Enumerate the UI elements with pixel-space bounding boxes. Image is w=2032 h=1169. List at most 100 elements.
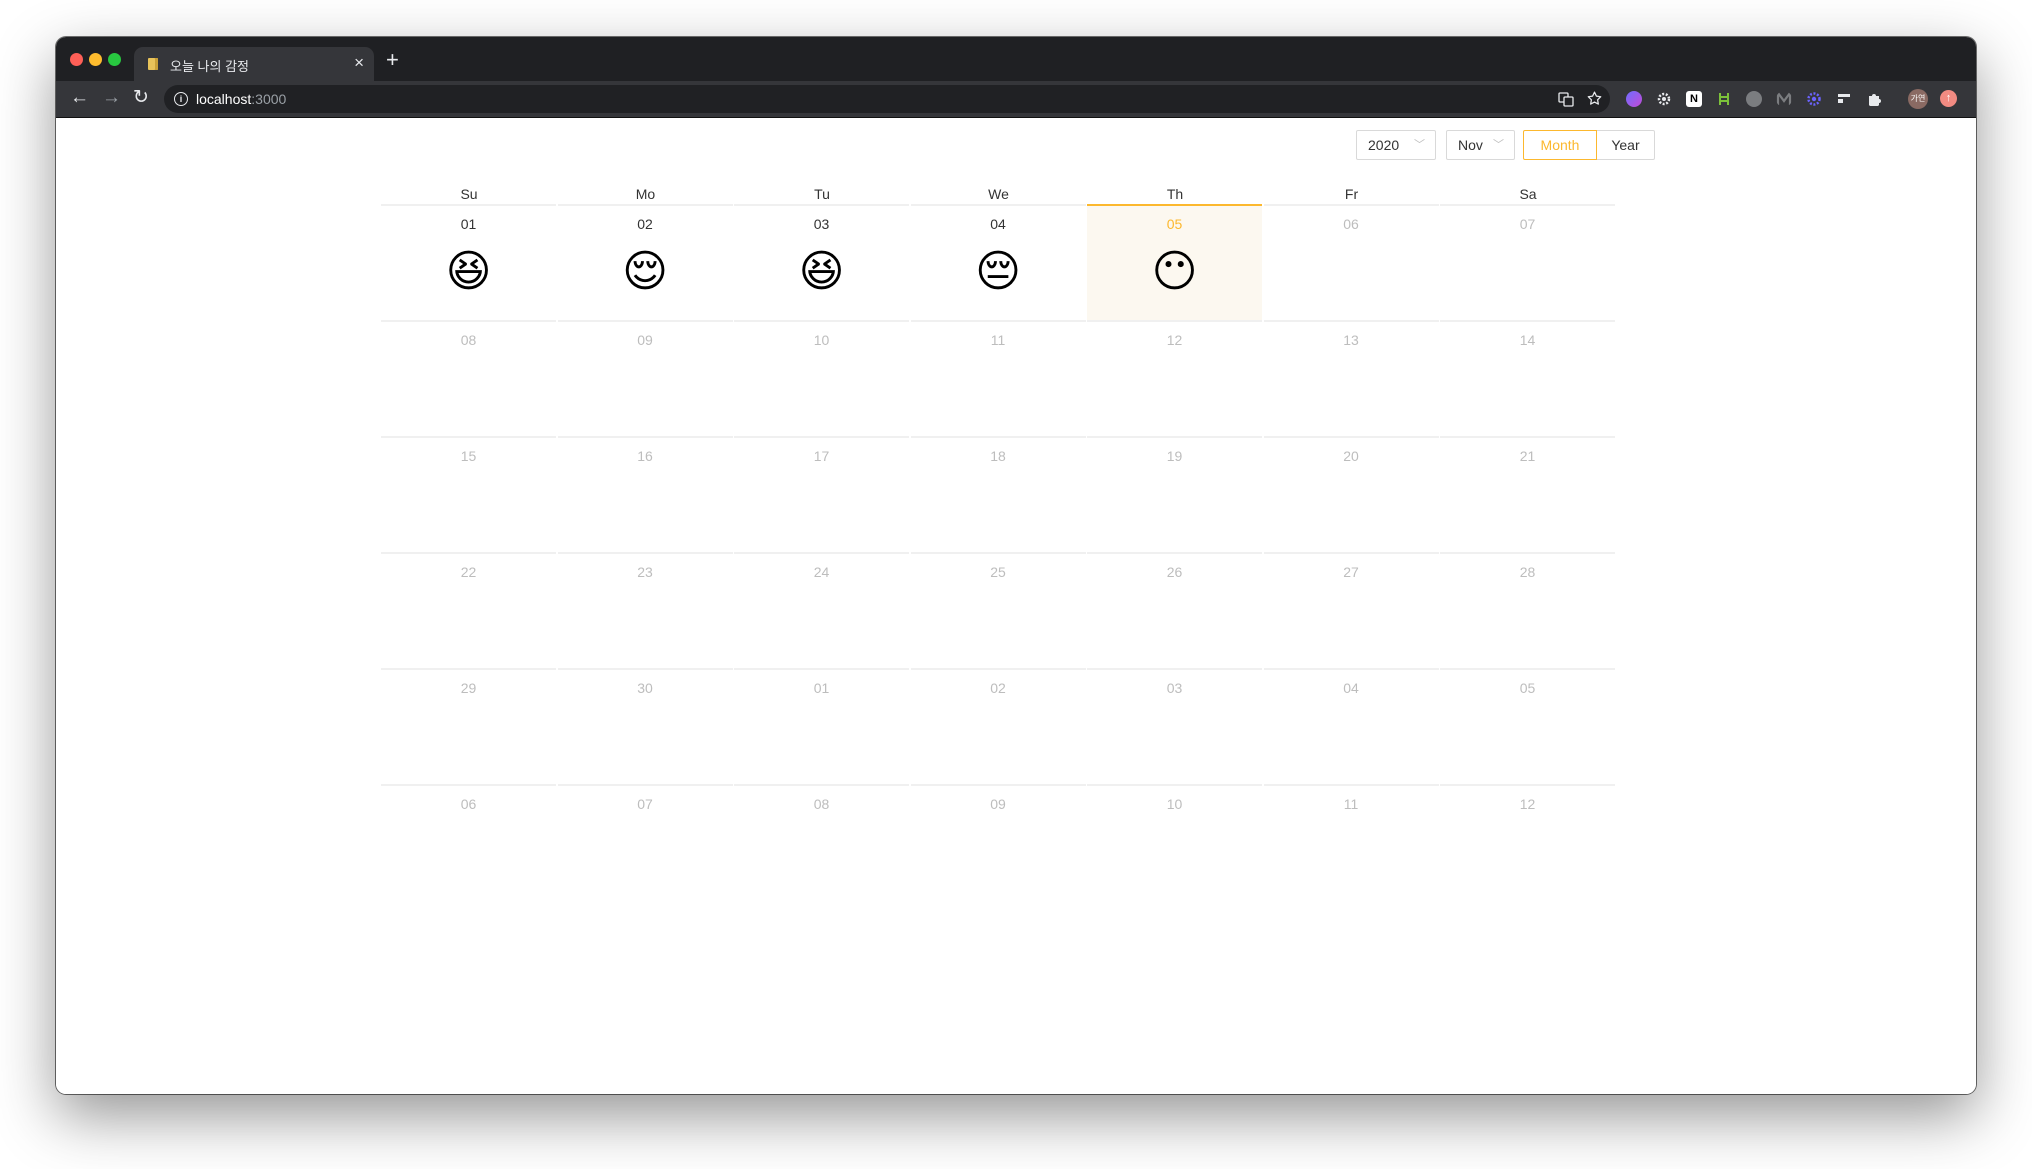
calendar-cell[interactable]: 15 xyxy=(381,436,556,552)
calendar-cell[interactable]: 28 xyxy=(1440,552,1615,668)
cell-date: 20 xyxy=(1343,448,1359,464)
gear-extension-icon[interactable] xyxy=(1656,91,1672,107)
zoom-window-button[interactable] xyxy=(108,53,121,66)
cell-date: 11 xyxy=(1343,796,1359,812)
calendar-cell[interactable]: 02 xyxy=(910,668,1086,784)
mood-emoji-icon: 😌 xyxy=(622,247,668,296)
calendar-cell[interactable]: 01 😆 xyxy=(381,204,556,320)
calendar-cell[interactable]: 20 xyxy=(1263,436,1439,552)
calendar-cell[interactable]: 03 xyxy=(1087,668,1262,784)
calendar-cell[interactable]: 21 xyxy=(1440,436,1615,552)
purple-extension-icon[interactable] xyxy=(1626,91,1642,107)
calendar-cell-today[interactable]: 05 😶 xyxy=(1087,204,1262,320)
month-calendar: Su Mo Tu We Th Fr Sa 01 😆 02 😌 03 😆 04 😔 05 😶 06 07 08 09 10… xyxy=(381,184,1651,900)
calendar-cell[interactable]: 04 😔 xyxy=(910,204,1086,320)
calendar-cell[interactable]: 26 xyxy=(1087,552,1262,668)
url-port: :3000 xyxy=(251,91,287,107)
chevron-down-icon: ﹀ xyxy=(1493,139,1504,151)
browser-toolbar: ← → ↻ i localhost:3000 N 가연 ↑ xyxy=(56,81,1976,118)
minimize-window-button[interactable] xyxy=(89,53,102,66)
mode-year-button[interactable]: Year xyxy=(1596,130,1655,160)
translate-icon[interactable] xyxy=(1558,91,1574,107)
calendar-cell[interactable]: 27 xyxy=(1263,552,1439,668)
tab-close-icon[interactable]: × xyxy=(354,54,364,72)
calendar-cell[interactable]: 03 😆 xyxy=(734,204,909,320)
calendar-week-row: 06 07 08 09 10 11 12 xyxy=(381,784,1651,900)
calendar-cell[interactable]: 07 xyxy=(557,784,733,900)
cell-date: 26 xyxy=(1166,564,1183,580)
year-select[interactable]: 2020 ﹀ xyxy=(1356,130,1436,160)
cell-date: 24 xyxy=(813,564,830,580)
calendar-cell[interactable]: 25 xyxy=(910,552,1086,668)
calendar-cell[interactable]: 06 xyxy=(1263,204,1439,320)
cell-date: 05 xyxy=(1166,216,1183,232)
calendar-page: 2020 ﹀ Nov ﹀ Month Year Su Mo Tu We Th Fr Sa 0… xyxy=(56,118,1976,1094)
new-tab-button[interactable]: + xyxy=(386,49,399,71)
calendar-cell[interactable]: 02 😌 xyxy=(557,204,733,320)
update-icon[interactable]: ↑ xyxy=(1940,90,1957,107)
browser-window: 오늘 나의 감정 × + ← → ↻ i localhost:3000 N 가연… xyxy=(56,37,1976,1094)
reload-icon[interactable]: ↻ xyxy=(133,87,149,109)
cell-date: 10 xyxy=(1166,796,1183,812)
calendar-cell[interactable]: 08 xyxy=(734,784,909,900)
profile-avatar[interactable]: 가연 xyxy=(1908,89,1928,109)
calendar-cell[interactable]: 09 xyxy=(910,784,1086,900)
calendar-cell[interactable]: 12 xyxy=(1087,320,1262,436)
cell-date: 03 xyxy=(813,216,830,232)
calendar-cell[interactable]: 10 xyxy=(734,320,909,436)
cell-date: 14 xyxy=(1519,332,1536,348)
forward-icon[interactable]: → xyxy=(102,87,121,109)
cell-date: 09 xyxy=(637,332,653,348)
calendar-week-row: 01 😆 02 😌 03 😆 04 😔 05 😶 06 07 xyxy=(381,204,1651,320)
grey-extension-icon[interactable] xyxy=(1746,91,1762,107)
favicon-icon xyxy=(148,58,158,70)
site-info-icon[interactable]: i xyxy=(174,92,188,106)
calendar-cell[interactable]: 01 xyxy=(734,668,909,784)
calendar-cell[interactable]: 11 xyxy=(910,320,1086,436)
cell-date: 17 xyxy=(813,448,830,464)
calendar-cell[interactable]: 22 xyxy=(381,552,556,668)
calendar-cell[interactable]: 24 xyxy=(734,552,909,668)
calendar-cell[interactable]: 10 xyxy=(1087,784,1262,900)
mood-emoji-icon: 😆 xyxy=(445,247,492,296)
monitor-extension-icon[interactable] xyxy=(1776,91,1792,107)
blue-gear-extension-icon[interactable] xyxy=(1806,91,1822,107)
calendar-cell[interactable]: 16 xyxy=(557,436,733,552)
cell-date: 04 xyxy=(990,216,1006,232)
address-bar[interactable]: i localhost:3000 xyxy=(164,85,1610,113)
calendar-cell[interactable]: 04 xyxy=(1263,668,1439,784)
window-extension-icon[interactable] xyxy=(1836,91,1852,107)
calendar-cell[interactable]: 23 xyxy=(557,552,733,668)
green-extension-icon[interactable] xyxy=(1716,91,1732,107)
cell-date: 11 xyxy=(990,332,1006,348)
cell-date: 03 xyxy=(1166,680,1183,696)
weekday-label: Mo xyxy=(635,186,656,202)
calendar-cell[interactable]: 13 xyxy=(1263,320,1439,436)
cell-date: 19 xyxy=(1166,448,1183,464)
calendar-week-row: 29 30 01 02 03 04 05 xyxy=(381,668,1651,784)
calendar-cell[interactable]: 14 xyxy=(1440,320,1615,436)
calendar-cell[interactable]: 19 xyxy=(1087,436,1262,552)
tab-strip: 오늘 나의 감정 × + xyxy=(56,37,1976,81)
calendar-cell[interactable]: 11 xyxy=(1263,784,1439,900)
calendar-cell[interactable]: 18 xyxy=(910,436,1086,552)
puzzle-icon[interactable] xyxy=(1866,91,1882,107)
bookmark-star-icon[interactable] xyxy=(1586,90,1603,107)
back-icon[interactable]: ← xyxy=(70,87,89,109)
notion-icon[interactable]: N xyxy=(1686,91,1702,107)
calendar-cell[interactable]: 06 xyxy=(381,784,556,900)
calendar-cell[interactable]: 05 xyxy=(1440,668,1615,784)
calendar-cell[interactable]: 17 xyxy=(734,436,909,552)
close-window-button[interactable] xyxy=(70,53,83,66)
calendar-cell[interactable]: 12 xyxy=(1440,784,1615,900)
calendar-cell[interactable]: 30 xyxy=(557,668,733,784)
calendar-cell[interactable]: 09 xyxy=(557,320,733,436)
calendar-cell[interactable]: 07 xyxy=(1440,204,1615,320)
calendar-cell[interactable]: 29 xyxy=(381,668,556,784)
cell-date: 28 xyxy=(1519,564,1536,580)
mode-month-button[interactable]: Month xyxy=(1523,130,1597,160)
month-select[interactable]: Nov ﹀ xyxy=(1446,130,1515,160)
weekday-label: Sa xyxy=(1519,186,1537,202)
calendar-cell[interactable]: 08 xyxy=(381,320,556,436)
browser-tab[interactable]: 오늘 나의 감정 × xyxy=(134,47,374,81)
